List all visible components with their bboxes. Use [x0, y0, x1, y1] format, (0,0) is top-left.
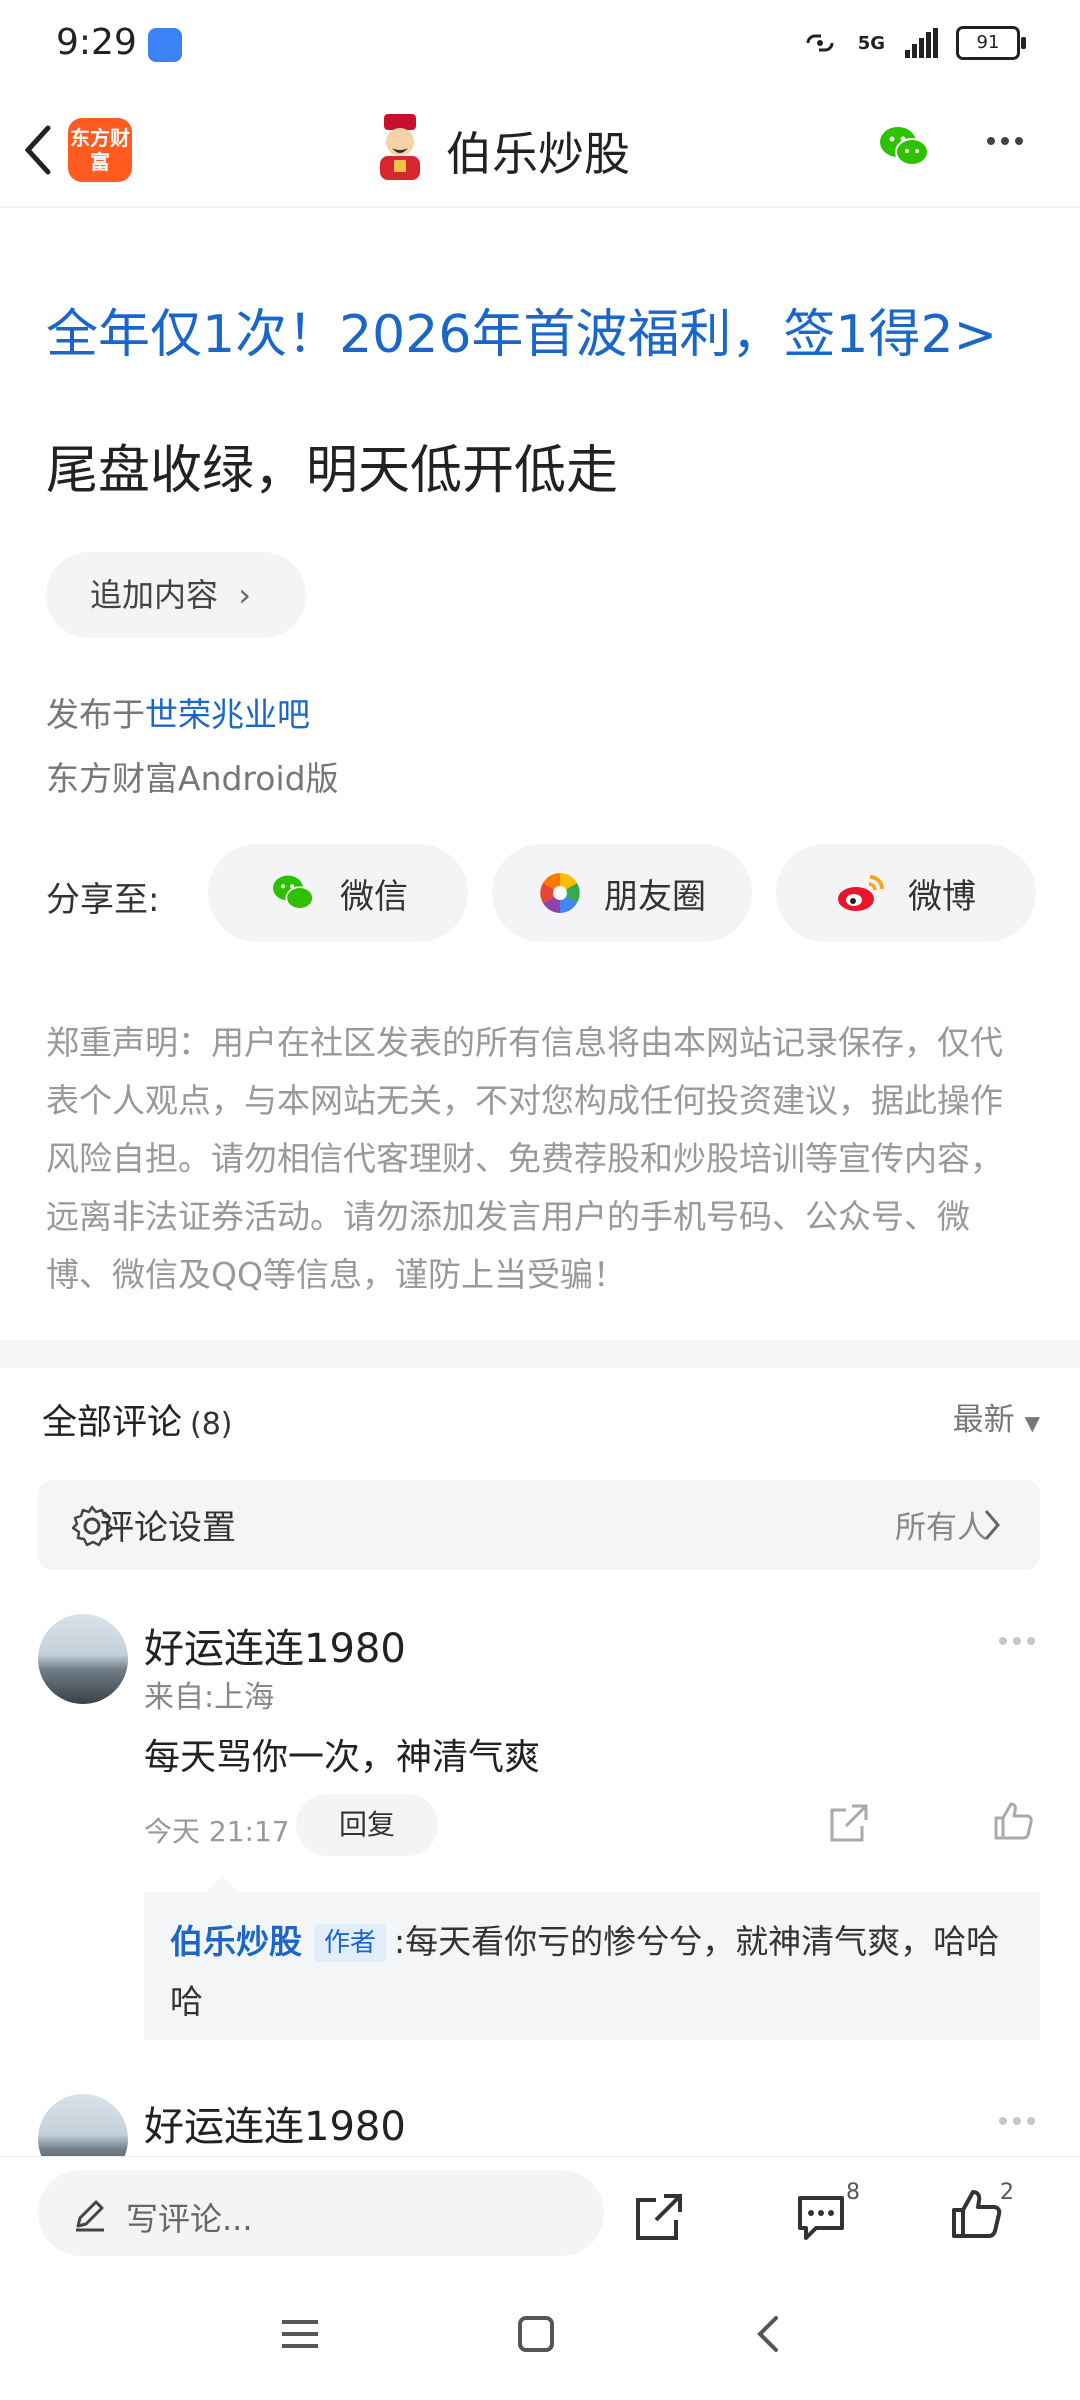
author-reply: 伯乐炒股 作者:每天看你亏的惨兮兮，就神清气爽，哈哈哈 — [170, 1912, 1020, 2032]
section-divider — [0, 1340, 1080, 1368]
add-content-label: 追加内容 — [90, 576, 219, 614]
bar-link[interactable]: 世荣兆业吧 — [145, 695, 310, 734]
status-time: 9:29 — [56, 22, 137, 63]
add-content-button[interactable]: 追加内容 › — [46, 552, 306, 638]
brand-logo: 东方财富 — [68, 118, 132, 182]
comment-settings-value: 所有人 — [895, 1510, 988, 1546]
disclaimer-text: 郑重声明：用户在社区发表的所有信息将由本网站记录保存，仅代表个人观点，与本网站无… — [46, 1023, 1003, 1294]
write-comment-placeholder: 写评论... — [126, 2200, 253, 2238]
share-wechat-label: 微信 — [340, 876, 408, 917]
hotspot-icon — [806, 34, 834, 52]
share-label: 分享至: — [46, 880, 160, 920]
comment-username[interactable]: 好运连连1980 — [144, 2094, 406, 2152]
avatar[interactable] — [38, 1614, 128, 1704]
share-weibo-button[interactable]: 微博 — [776, 844, 1036, 942]
share-moments-label: 朋友圈 — [604, 876, 706, 917]
author-avatar-icon[interactable] — [370, 112, 430, 182]
like-count-badge: 2 — [1000, 2180, 1014, 2205]
wechat-icon — [273, 875, 314, 910]
header-divider — [0, 206, 1080, 208]
moments-icon — [540, 873, 580, 913]
sort-dropdown[interactable]: 最新 ▼ — [953, 1394, 1040, 1439]
battery-icon: 91 — [956, 26, 1026, 60]
page-title: 伯乐炒股 — [446, 127, 630, 181]
back-nav-icon[interactable] — [754, 2314, 784, 2354]
write-comment-input[interactable] — [38, 2170, 604, 2256]
signal-icon — [903, 28, 938, 58]
network-label: 5G — [857, 32, 885, 54]
share-moments-button[interactable]: 朋友圈 — [492, 844, 752, 942]
more-options-icon[interactable] — [996, 1630, 1038, 1649]
wechat-icon[interactable] — [874, 118, 934, 178]
publish-prefix: 发布于 — [46, 695, 145, 734]
comments-count: (8) — [190, 1407, 233, 1442]
share-out-icon[interactable] — [826, 1800, 872, 1846]
status-indicators: 5G 91 — [800, 26, 1026, 60]
share-wechat-button[interactable]: 微信 — [208, 844, 468, 942]
caret-down-icon: ▼ — [1024, 1411, 1040, 1435]
weibo-icon — [838, 875, 884, 911]
reply-button[interactable]: 回复 — [296, 1794, 438, 1856]
comment-count-badge: 8 — [846, 2180, 860, 2205]
comment-time: 今天 21:17 — [144, 1815, 290, 1848]
more-options-icon[interactable] — [984, 130, 1044, 166]
brand-logo-text: 东方财富 — [70, 126, 130, 174]
chevron-right-icon — [984, 1510, 1000, 1540]
link-app-icon — [148, 28, 182, 62]
share-out-icon[interactable] — [632, 2190, 686, 2244]
comment-icon[interactable] — [794, 2190, 848, 2244]
comments-title: 全部评论 (8) — [42, 1394, 233, 1445]
promo-link[interactable]: 全年仅1次！2026年首波福利，签1得2> — [46, 292, 997, 367]
author-badge: 作者 — [314, 1924, 387, 1962]
publish-info: 发布于世荣兆业吧 — [46, 688, 310, 736]
back-icon[interactable] — [18, 120, 58, 180]
reply-pointer — [206, 1876, 238, 1892]
client-info: 东方财富Android版 — [46, 759, 339, 798]
pencil-icon — [76, 2200, 104, 2232]
comment-settings-label: 评论设置 — [100, 1508, 236, 1548]
chevron-right-icon: › — [238, 576, 251, 614]
post-title: 尾盘收绿，明天低开低走 — [46, 441, 619, 501]
reply-author[interactable]: 伯乐炒股 — [170, 1922, 302, 1961]
like-icon[interactable] — [990, 1798, 1036, 1844]
comment-username[interactable]: 好运连连1980 — [144, 1616, 406, 1674]
menu-icon[interactable] — [280, 2314, 320, 2354]
comments-title-label: 全部评论 — [42, 1403, 183, 1443]
like-icon[interactable] — [948, 2186, 1006, 2244]
share-weibo-label: 微博 — [908, 876, 976, 917]
home-icon[interactable] — [516, 2314, 556, 2354]
sort-label: 最新 — [952, 1402, 1015, 1438]
comment-text: 每天骂你一次，神清气爽 — [144, 1737, 541, 1778]
comment-location: 来自:上海 — [144, 1680, 275, 1715]
more-options-icon[interactable] — [996, 2110, 1038, 2129]
